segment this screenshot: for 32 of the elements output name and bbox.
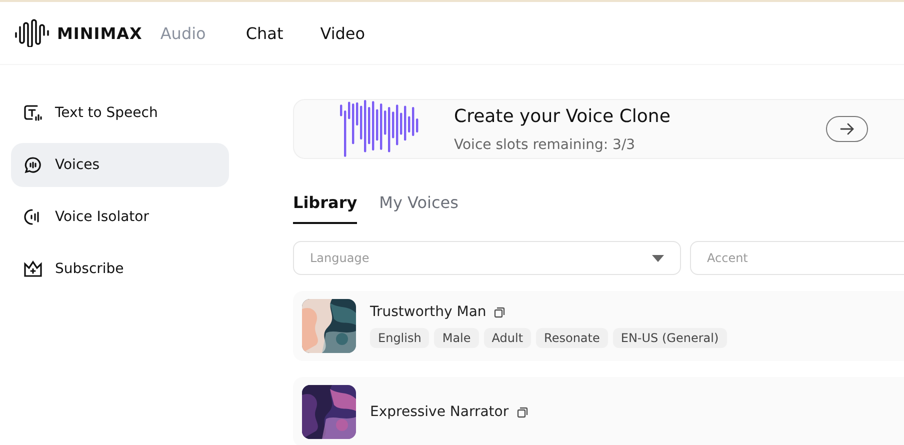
- tab[interactable]: Library: [293, 193, 358, 224]
- voice-row[interactable]: Trustworthy Man English Male Adult Resonate EN-US (General): [293, 291, 904, 361]
- voice-name: Trustworthy Man: [370, 304, 486, 320]
- crown-icon: [23, 259, 43, 279]
- sidebar-item[interactable]: Voices: [11, 143, 229, 187]
- logo-icon: [15, 19, 49, 47]
- voice-tag: Male: [434, 328, 479, 348]
- copy-icon[interactable]: [494, 306, 506, 318]
- speech-bubble-icon: [23, 155, 43, 175]
- sidebar-label: Subscribe: [55, 261, 124, 277]
- voice-tag: Adult: [484, 328, 532, 348]
- nav-link[interactable]: Video: [320, 24, 366, 42]
- voice-clone-card[interactable]: Create your Voice Clone Voice slots remaining: 3/3: [293, 99, 904, 159]
- sound-wave-icon: [340, 100, 420, 158]
- dropdown-icon: [652, 254, 664, 262]
- sidebar-label: Voices: [55, 157, 100, 173]
- text-icon: [23, 103, 43, 123]
- voice-tag: EN-US (General): [612, 328, 727, 348]
- copy-icon[interactable]: [516, 406, 528, 418]
- voice-tag: English: [370, 328, 430, 348]
- voice-name: Expressive Narrator: [370, 404, 509, 420]
- nav-link[interactable]: Chat: [246, 24, 284, 42]
- brand-name: MINIMAX: [57, 24, 142, 42]
- sidebar-label: Text to Speech: [55, 105, 158, 121]
- arrow-icon: [839, 122, 855, 136]
- sidebar-label: Voice Isolator: [55, 209, 149, 225]
- card-title: Create your Voice Clone: [454, 106, 672, 126]
- arrow-button[interactable]: [826, 116, 868, 142]
- voice-tag: Resonate: [536, 328, 608, 348]
- card-subtitle: Voice slots remaining: 3/3: [454, 136, 636, 152]
- voice-row[interactable]: Expressive Narrator: [293, 377, 904, 445]
- tab[interactable]: My Voices: [379, 193, 458, 224]
